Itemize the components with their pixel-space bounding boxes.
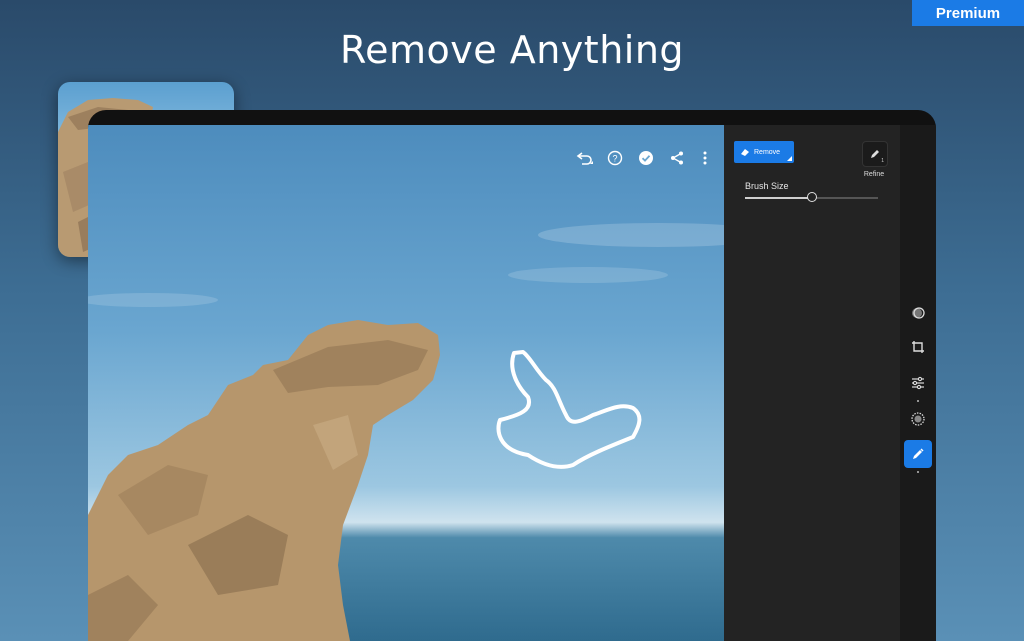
share-icon[interactable] — [666, 147, 688, 169]
tools-rail — [900, 125, 936, 641]
heal-brush-icon[interactable] — [904, 440, 932, 468]
svg-text:?: ? — [612, 154, 617, 164]
eraser-icon — [741, 149, 749, 156]
brush-size-slider[interactable] — [745, 192, 878, 202]
remove-button[interactable]: Remove — [734, 141, 794, 163]
undo-icon[interactable] — [574, 147, 596, 169]
selection-outline — [496, 350, 642, 469]
looks-icon[interactable] — [906, 301, 930, 325]
help-icon[interactable]: ? — [604, 147, 626, 169]
crop-icon[interactable] — [906, 335, 930, 359]
tool-panel: Remove 1 Refine Brush Size — [724, 125, 900, 641]
brush-size-label: Brush Size — [745, 181, 789, 191]
adjustments-indicator-dot — [917, 400, 919, 402]
done-check-icon[interactable] — [635, 147, 657, 169]
brush-size-handle[interactable] — [807, 192, 817, 202]
effects-icon[interactable] — [906, 407, 930, 431]
heal-indicator-dot — [917, 471, 919, 473]
adjustments-icon[interactable] — [906, 371, 930, 395]
tablet-device: ? Remove 1 Refine Brush Size — [88, 110, 936, 641]
page-headline: Remove Anything — [339, 28, 685, 72]
refine-badge: 1 — [881, 158, 884, 164]
pencil-icon — [871, 150, 879, 158]
remove-label: Remove — [754, 148, 781, 156]
refine-button[interactable]: 1 — [862, 141, 888, 167]
more-vertical-icon[interactable] — [694, 147, 716, 169]
cliff-photo — [88, 223, 724, 641]
refine-label: Refine — [863, 171, 885, 178]
photo-canvas[interactable]: ? — [88, 125, 724, 641]
brush-size-fill — [745, 197, 812, 199]
corner-triangle-icon — [787, 156, 792, 161]
premium-button[interactable]: Premium — [912, 0, 1024, 26]
